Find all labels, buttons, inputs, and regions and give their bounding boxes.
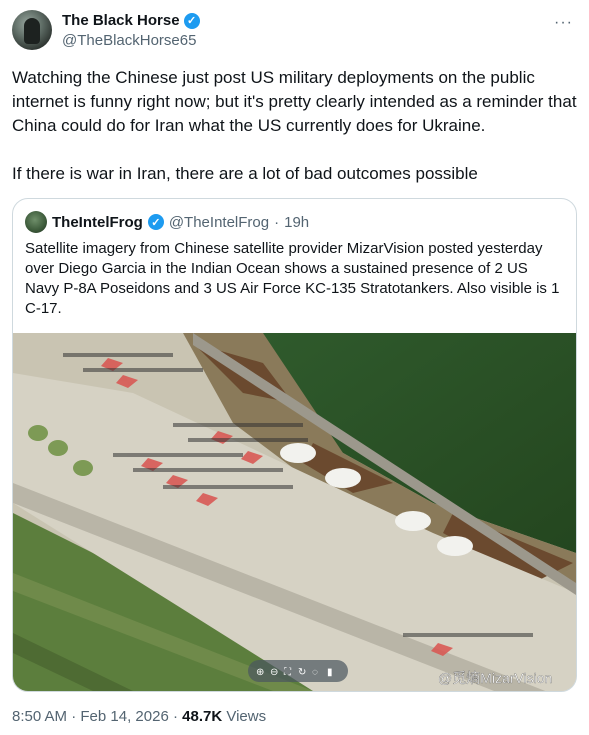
horse-silhouette-icon xyxy=(24,18,40,44)
author-name-row: The Black Horse ✓ xyxy=(62,12,200,29)
quoted-author-name: TheIntelFrog xyxy=(52,213,143,231)
quoted-author-handle: @TheIntelFrog xyxy=(168,213,270,231)
tweet-header: The Black Horse ✓ @TheBlackHorse65 ··· xyxy=(12,8,577,56)
svg-text:⊖: ⊖ xyxy=(270,667,278,678)
svg-text:▮: ▮ xyxy=(327,667,333,678)
tweet-footer: 8:50 AM · Feb 14, 2026 · 48.7K Views xyxy=(12,708,266,725)
satellite-image[interactable]: ⊕ ⊖ ⛶ ↻ ◌ ▮ @觅熵MizarVision xyxy=(13,333,576,691)
tweet-time[interactable]: 8:50 AM xyxy=(12,708,67,725)
more-options-icon[interactable]: ··· xyxy=(554,14,573,32)
author-name[interactable]: The Black Horse xyxy=(62,12,180,29)
image-watermark: @觅熵MizarVision xyxy=(438,670,552,686)
tweet-paragraph-2: If there is war in Iran, there are a lot… xyxy=(12,164,478,183)
author-handle[interactable]: @TheBlackHorse65 xyxy=(62,32,196,49)
verified-badge-icon: ✓ xyxy=(183,12,200,29)
quoted-tweet[interactable]: TheIntelFrog ✓ @TheIntelFrog · 19h Satel… xyxy=(12,198,577,692)
svg-text:⊕: ⊕ xyxy=(256,667,264,678)
quoted-avatar xyxy=(25,211,47,233)
views-label[interactable]: Views xyxy=(226,708,266,725)
tweet-paragraph-1: Watching the Chinese just post US milita… xyxy=(12,68,577,135)
tweet-text: Watching the Chinese just post US milita… xyxy=(12,66,577,186)
quoted-separator: · xyxy=(274,213,280,231)
quoted-time: 19h xyxy=(284,213,310,231)
views-count[interactable]: 48.7K xyxy=(182,708,222,725)
svg-text:↻: ↻ xyxy=(298,667,306,678)
verified-badge-icon: ✓ xyxy=(147,214,164,230)
svg-text:◌: ◌ xyxy=(312,667,318,678)
tweet-date[interactable]: Feb 14, 2026 xyxy=(80,708,168,725)
footer-separator-2: · xyxy=(172,708,178,725)
quoted-tweet-header: TheIntelFrog ✓ @TheIntelFrog · 19h xyxy=(25,211,309,233)
quoted-tweet-text: Satellite imagery from Chinese satellite… xyxy=(25,240,560,317)
footer-separator-1: · xyxy=(71,708,77,725)
satellite-image-graphic: ⊕ ⊖ ⛶ ↻ ◌ ▮ @觅熵MizarVision xyxy=(13,333,576,691)
avatar[interactable] xyxy=(12,10,52,50)
svg-text:⛶: ⛶ xyxy=(283,667,292,678)
